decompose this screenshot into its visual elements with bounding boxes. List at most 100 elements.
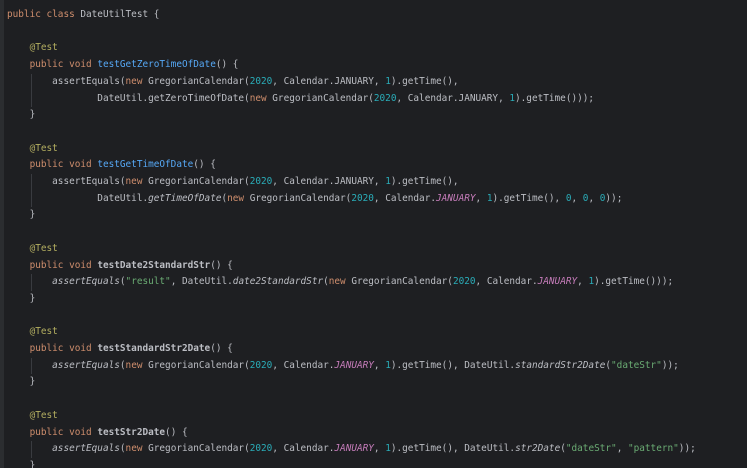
code-token: assertEquals( bbox=[7, 75, 126, 87]
code-token: , Calendar. bbox=[272, 359, 335, 371]
code-token: ).getTime(), bbox=[390, 176, 459, 187]
code-line[interactable]: public void testGetZeroTimeOfDate() { bbox=[7, 57, 239, 73]
code-line[interactable]: DateUtil.getTimeOfDate(new GregorianCale… bbox=[7, 191, 622, 207]
code-line[interactable]: } bbox=[7, 107, 36, 123]
code-line[interactable]: assertEquals(new GregorianCalendar(2020,… bbox=[7, 74, 459, 90]
code-token: GregorianCalendar( bbox=[272, 92, 374, 104]
code-token: GregorianCalendar( bbox=[148, 443, 250, 455]
code-token: @Test bbox=[7, 409, 58, 421]
code-token: , Calendar. bbox=[373, 192, 436, 204]
code-token: new bbox=[125, 443, 149, 455]
code-token: testGetTimeOfDate bbox=[97, 159, 194, 171]
code-line[interactable]: } bbox=[7, 291, 36, 307]
code-token: standardStr2Date bbox=[515, 359, 606, 371]
code-token: @Test bbox=[7, 142, 58, 154]
code-line[interactable]: assertEquals("result", DateUtil.date2Sta… bbox=[7, 274, 673, 290]
code-token: , bbox=[577, 276, 589, 288]
code-token: public void bbox=[7, 343, 98, 354]
code-token: GregorianCalendar( bbox=[351, 276, 453, 288]
code-token: () { bbox=[193, 159, 216, 171]
code-token: , bbox=[588, 192, 600, 204]
code-token: 2020 bbox=[249, 443, 273, 455]
code-token: testStr2Date bbox=[97, 426, 166, 438]
code-token: assertEquals bbox=[52, 359, 120, 371]
code-token: public void bbox=[7, 259, 98, 271]
code-token: str2Date bbox=[515, 443, 561, 455]
code-line[interactable]: } bbox=[7, 207, 36, 223]
code-token: 2020 bbox=[452, 276, 476, 288]
code-token: 2020 bbox=[249, 359, 273, 371]
code-line[interactable]: public void testDate2StandardStr() { bbox=[7, 258, 233, 274]
code-line[interactable]: @Test bbox=[7, 324, 58, 340]
code-token: , Calendar.JANUARY, bbox=[272, 176, 386, 187]
code-editor[interactable]: public class DateUtilTest { @Test public… bbox=[0, 0, 747, 468]
code-token: new bbox=[125, 176, 149, 187]
code-line[interactable]: @Test bbox=[7, 241, 58, 257]
code-line[interactable]: assertEquals(new GregorianCalendar(2020,… bbox=[7, 441, 696, 457]
code-token: , bbox=[571, 192, 583, 204]
code-token: , bbox=[616, 443, 628, 455]
code-token: @Test bbox=[7, 326, 58, 338]
code-token: assertEquals bbox=[52, 276, 120, 288]
code-token: , Calendar. bbox=[475, 276, 538, 288]
code-token: () { bbox=[210, 343, 233, 354]
code-line[interactable]: assertEquals(new GregorianCalendar(2020,… bbox=[7, 174, 459, 190]
code-token: 2020 bbox=[373, 92, 397, 104]
code-token: testGetZeroTimeOfDate bbox=[97, 59, 216, 71]
code-token: () { bbox=[210, 259, 233, 271]
code-token: , Calendar.JANUARY, bbox=[272, 75, 386, 87]
code-line[interactable]: public void testStandardStr2Date() { bbox=[7, 341, 233, 357]
code-token: () { bbox=[215, 59, 239, 71]
code-token: } bbox=[7, 292, 36, 304]
indent-guide bbox=[31, 174, 32, 208]
code-token: @Test bbox=[7, 242, 58, 254]
code-token: JANUARY bbox=[334, 359, 374, 371]
code-token: , bbox=[373, 443, 386, 455]
code-token: testStandardStr2Date bbox=[97, 343, 211, 354]
code-token: } bbox=[7, 376, 36, 388]
code-line[interactable]: assertEquals(new GregorianCalendar(2020,… bbox=[7, 358, 679, 374]
code-line[interactable]: @Test bbox=[7, 40, 58, 56]
code-token: public void bbox=[7, 59, 98, 71]
code-token: DateUtil. bbox=[7, 192, 149, 204]
code-line[interactable]: public void testStr2Date() { bbox=[7, 425, 188, 441]
code-area[interactable]: public class DateUtilTest { @Test public… bbox=[0, 0, 747, 468]
code-line[interactable]: DateUtil.getZeroTimeOfDate(new Gregorian… bbox=[7, 91, 594, 107]
code-token: )); bbox=[661, 359, 679, 371]
code-token: } bbox=[7, 109, 36, 121]
code-token: "dateStr" bbox=[611, 359, 662, 371]
code-token: GregorianCalendar( bbox=[249, 192, 352, 204]
code-token: public class bbox=[7, 9, 81, 20]
code-token: new bbox=[125, 359, 149, 371]
code-token: 2020 bbox=[351, 192, 374, 204]
code-line[interactable]: @Test bbox=[7, 408, 58, 424]
code-token: ).getTime(), DateUtil. bbox=[390, 359, 516, 371]
code-line[interactable]: @Test bbox=[7, 141, 58, 157]
code-token: JANUARY bbox=[537, 276, 578, 288]
code-token: new bbox=[249, 92, 273, 104]
code-token: testDate2StandardStr bbox=[97, 259, 211, 271]
code-token: ).getTime(), bbox=[390, 75, 459, 87]
code-token: assertEquals( bbox=[7, 176, 126, 187]
code-token: "dateStr" bbox=[565, 443, 617, 455]
code-token: 2020 bbox=[249, 75, 273, 87]
code-line[interactable]: public class DateUtilTest { bbox=[7, 7, 159, 23]
indent-guide bbox=[31, 357, 32, 375]
code-token: getTimeOfDate bbox=[148, 192, 222, 204]
code-token: public void bbox=[7, 159, 98, 171]
code-token: GregorianCalendar( bbox=[148, 359, 250, 371]
code-token: , Calendar.JANUARY, bbox=[396, 92, 510, 104]
code-token: new bbox=[227, 192, 250, 204]
code-line[interactable]: } bbox=[7, 458, 36, 468]
code-line[interactable]: public void testGetTimeOfDate() { bbox=[7, 157, 216, 173]
code-token: date2StandardStr bbox=[232, 276, 324, 288]
code-token: } bbox=[7, 459, 36, 468]
code-token: public void bbox=[7, 426, 98, 438]
code-line[interactable]: } bbox=[7, 374, 36, 390]
code-token: , Calendar. bbox=[272, 443, 335, 455]
code-token: JANUARY bbox=[436, 192, 476, 204]
code-token: "pattern" bbox=[627, 443, 679, 455]
